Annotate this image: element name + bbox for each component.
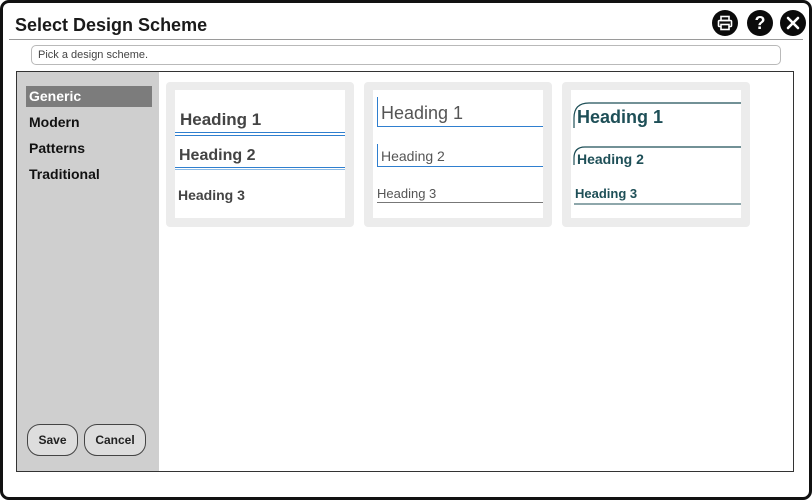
preview-heading-1: Heading 1 [180, 110, 262, 129]
category-sidebar: Generic Modern Patterns Traditional Save… [17, 72, 159, 471]
preview-heading-3: Heading 3 [178, 187, 245, 203]
scheme-preview: Heading 1 Heading 2 Heading 3 [373, 90, 543, 218]
heading-2-rule [175, 169, 345, 170]
category-item-generic[interactable]: Generic [26, 86, 152, 107]
preview-heading-3-2: Heading 2 [577, 151, 644, 167]
preview-heading-2-1: Heading 1 [381, 103, 464, 123]
preview-heading-2-2: Heading 2 [381, 148, 445, 164]
scheme-panel: Generic Modern Patterns Traditional Save… [16, 71, 794, 472]
heading-1-bar [377, 97, 378, 127]
help-button[interactable]: ? [747, 10, 773, 36]
heading-1-rule [175, 135, 345, 136]
category-item-modern[interactable]: Modern [26, 112, 152, 133]
category-item-traditional[interactable]: Traditional [26, 164, 152, 185]
save-button[interactable]: Save [27, 424, 78, 456]
heading-2-bar [377, 144, 378, 166]
printer-icon [717, 15, 733, 31]
preview-heading-3-3: Heading 3 [575, 186, 638, 201]
cancel-button[interactable]: Cancel [84, 424, 146, 456]
preview-heading-2-3: Heading 3 [377, 186, 437, 201]
category-item-patterns[interactable]: Patterns [26, 138, 152, 159]
heading-1-rule [377, 126, 543, 127]
close-button[interactable] [780, 10, 806, 36]
preview-heading-3-1: Heading 1 [577, 107, 664, 127]
dialog-title: Select Design Scheme [15, 15, 208, 35]
help-icon: ? [754, 13, 766, 33]
print-button[interactable] [712, 10, 738, 36]
title-divider [9, 39, 803, 40]
heading-3-rule [377, 202, 543, 203]
heading-2-rule [377, 166, 543, 167]
close-icon [786, 16, 800, 30]
scheme-preview: Heading 1 Heading 2 Heading 3 [571, 90, 741, 218]
preview-heading-2: Heading 2 [179, 147, 256, 164]
instruction-field: Pick a design scheme. [31, 45, 781, 65]
heading-2-rule [175, 167, 345, 168]
scheme-card[interactable]: Heading 1 Heading 2 Heading 3 [166, 82, 354, 227]
scheme-card[interactable]: Heading 1 Heading 2 Heading 3 [562, 82, 750, 227]
dialog-window: Select Design Scheme ? Pick a design sch… [0, 0, 812, 500]
scheme-preview: Heading 1 Heading 2 Heading 3 [175, 90, 345, 218]
scheme-card[interactable]: Heading 1 Heading 2 Heading 3 [364, 82, 552, 227]
heading-1-rule [175, 132, 345, 133]
